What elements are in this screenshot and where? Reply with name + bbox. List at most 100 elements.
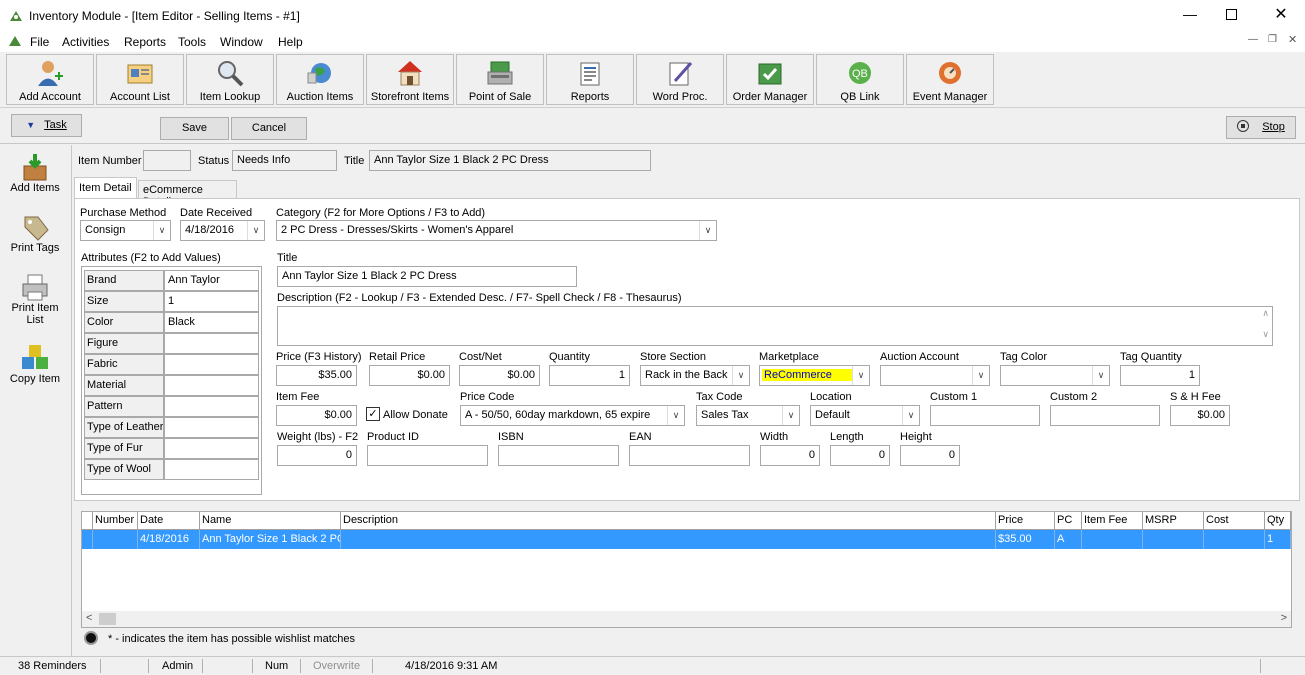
toolbar-order-manager-button[interactable]: Order Manager bbox=[726, 54, 814, 105]
category-select[interactable]: 2 PC Dress - Dresses/Skirts - Women's Ap… bbox=[276, 220, 717, 241]
item-number-field[interactable] bbox=[143, 150, 191, 171]
sidebar-print-item-list[interactable]: Print Item List bbox=[4, 272, 66, 326]
column-header[interactable]: Qty bbox=[1265, 512, 1291, 530]
store-section-select[interactable]: Rack in the Back ∨ bbox=[640, 365, 750, 386]
menu-file[interactable]: File bbox=[30, 35, 49, 49]
custom2-input[interactable] bbox=[1050, 405, 1160, 426]
toolbar-auction-items-button[interactable]: Auction Items bbox=[276, 54, 364, 105]
table-cell[interactable]: 4/18/2016 bbox=[138, 530, 200, 549]
menu-window[interactable]: Window bbox=[220, 35, 263, 49]
task-button[interactable]: ▼ Task bbox=[11, 114, 82, 137]
toolbar-word-proc-button[interactable]: Word Proc. bbox=[636, 54, 724, 105]
attribute-value[interactable] bbox=[164, 396, 259, 417]
purchase-method-select[interactable]: Consign ∨ bbox=[80, 220, 171, 241]
description-textarea[interactable]: ∧ ∨ bbox=[277, 306, 1273, 346]
attribute-value[interactable] bbox=[164, 417, 259, 438]
scroll-left-icon[interactable]: < bbox=[86, 612, 92, 624]
table-cell[interactable]: $35.00 bbox=[996, 530, 1055, 549]
column-header[interactable]: Number bbox=[93, 512, 138, 530]
sidebar-add-items[interactable]: Add Items bbox=[4, 152, 66, 194]
height-input[interactable]: 0 bbox=[900, 445, 960, 466]
tax-code-select[interactable]: Sales Tax ∨ bbox=[696, 405, 800, 426]
maximize-icon[interactable] bbox=[1226, 9, 1237, 20]
table-cell[interactable]: A bbox=[1055, 530, 1082, 549]
scrollbar-thumb[interactable] bbox=[99, 613, 116, 625]
scroll-up-icon[interactable]: ∧ bbox=[1262, 308, 1269, 319]
marketplace-select[interactable]: ReCommerce ∨ bbox=[759, 365, 870, 386]
toolbar-event-manager-button[interactable]: Event Manager bbox=[906, 54, 994, 105]
minimize-icon[interactable]: — bbox=[1180, 6, 1200, 26]
table-cell[interactable] bbox=[93, 530, 138, 549]
title-input[interactable]: Ann Taylor Size 1 Black 2 PC Dress bbox=[277, 266, 577, 287]
retail-price-input[interactable]: $0.00 bbox=[369, 365, 450, 386]
weight-input[interactable]: 0 bbox=[277, 445, 357, 466]
toolbar-item-lookup-button[interactable]: Item Lookup bbox=[186, 54, 274, 105]
attribute-value[interactable] bbox=[164, 459, 259, 480]
toolbar-reports-button[interactable]: Reports bbox=[546, 54, 634, 105]
attribute-value[interactable] bbox=[164, 333, 259, 354]
sidebar-print-tags[interactable]: Print Tags bbox=[4, 212, 66, 254]
item-fee-input[interactable]: $0.00 bbox=[276, 405, 357, 426]
cancel-button[interactable]: Cancel bbox=[231, 117, 307, 140]
column-header[interactable]: Date bbox=[138, 512, 200, 530]
isbn-input[interactable] bbox=[498, 445, 619, 466]
sh-fee-input[interactable]: $0.00 bbox=[1170, 405, 1230, 426]
reminders-status[interactable]: 38 Reminders bbox=[18, 657, 86, 675]
product-id-input[interactable] bbox=[367, 445, 488, 466]
date-received-picker[interactable]: 4/18/2016 ∨ bbox=[180, 220, 265, 241]
column-header[interactable]: PC bbox=[1055, 512, 1082, 530]
save-button[interactable]: Save bbox=[160, 117, 229, 140]
table-cell[interactable]: Ann Taylor Size 1 Black 2 PC bbox=[200, 530, 341, 549]
attribute-value[interactable]: Black bbox=[164, 312, 259, 333]
attribute-value[interactable] bbox=[164, 375, 259, 396]
length-input[interactable]: 0 bbox=[830, 445, 890, 466]
attribute-value[interactable]: Ann Taylor bbox=[164, 270, 259, 291]
tag-color-select[interactable]: ∨ bbox=[1000, 365, 1110, 386]
price-input[interactable]: $35.00 bbox=[276, 365, 357, 386]
mdi-close-icon[interactable]: ✕ bbox=[1288, 33, 1297, 46]
quantity-input[interactable]: 1 bbox=[549, 365, 630, 386]
tab-ecommerce-details[interactable]: eCommerce Details bbox=[138, 180, 237, 208]
menu-tools[interactable]: Tools bbox=[178, 35, 206, 49]
column-header[interactable]: Price bbox=[996, 512, 1055, 530]
cost-input[interactable]: $0.00 bbox=[459, 365, 540, 386]
width-input[interactable]: 0 bbox=[760, 445, 820, 466]
close-icon[interactable]: ✕ bbox=[1271, 4, 1291, 24]
attribute-value[interactable] bbox=[164, 438, 259, 459]
allow-donate-checkbox[interactable]: ✓ bbox=[366, 407, 380, 421]
column-header[interactable]: Item Fee bbox=[1082, 512, 1143, 530]
column-header[interactable]: Name bbox=[200, 512, 341, 530]
toolbar-add-account-button[interactable]: Add Account bbox=[6, 54, 94, 105]
toolbar-qb-link-button[interactable]: QB QB Link bbox=[816, 54, 904, 105]
column-header[interactable]: Description bbox=[341, 512, 996, 530]
table-cell[interactable]: 1 bbox=[1265, 530, 1291, 549]
sidebar-copy-item[interactable]: Copy Item bbox=[4, 343, 66, 385]
ean-input[interactable] bbox=[629, 445, 750, 466]
price-code-select[interactable]: A - 50/50, 60day markdown, 65 expire ∨ bbox=[460, 405, 685, 426]
row-indicator[interactable] bbox=[82, 530, 93, 549]
tab-item-detail[interactable]: Item Detail bbox=[74, 177, 137, 199]
column-header[interactable]: Cost bbox=[1204, 512, 1265, 530]
scroll-right-icon[interactable]: > bbox=[1281, 612, 1287, 624]
custom1-input[interactable] bbox=[930, 405, 1040, 426]
table-cell[interactable] bbox=[341, 530, 996, 549]
location-select[interactable]: Default ∨ bbox=[810, 405, 920, 426]
menu-activities[interactable]: Activities bbox=[62, 35, 109, 49]
column-header[interactable]: MSRP bbox=[1143, 512, 1204, 530]
scroll-down-icon[interactable]: ∨ bbox=[1262, 329, 1269, 340]
menu-reports[interactable]: Reports bbox=[124, 35, 166, 49]
mdi-minimize-icon[interactable]: — bbox=[1248, 34, 1258, 45]
attribute-value[interactable]: 1 bbox=[164, 291, 259, 312]
table-cell[interactable] bbox=[1143, 530, 1204, 549]
attribute-value[interactable] bbox=[164, 354, 259, 375]
mdi-restore-icon[interactable]: ❐ bbox=[1268, 34, 1277, 45]
horizontal-scrollbar[interactable]: < > bbox=[82, 611, 1291, 627]
tag-quantity-input[interactable]: 1 bbox=[1120, 365, 1200, 386]
toolbar-account-list-button[interactable]: Account List bbox=[96, 54, 184, 105]
stop-button[interactable]: Stop bbox=[1226, 116, 1296, 139]
menu-help[interactable]: Help bbox=[278, 35, 303, 49]
toolbar-point-of-sale-button[interactable]: Point of Sale bbox=[456, 54, 544, 105]
table-cell[interactable] bbox=[1204, 530, 1265, 549]
table-cell[interactable] bbox=[1082, 530, 1143, 549]
auction-account-select[interactable]: ∨ bbox=[880, 365, 990, 386]
